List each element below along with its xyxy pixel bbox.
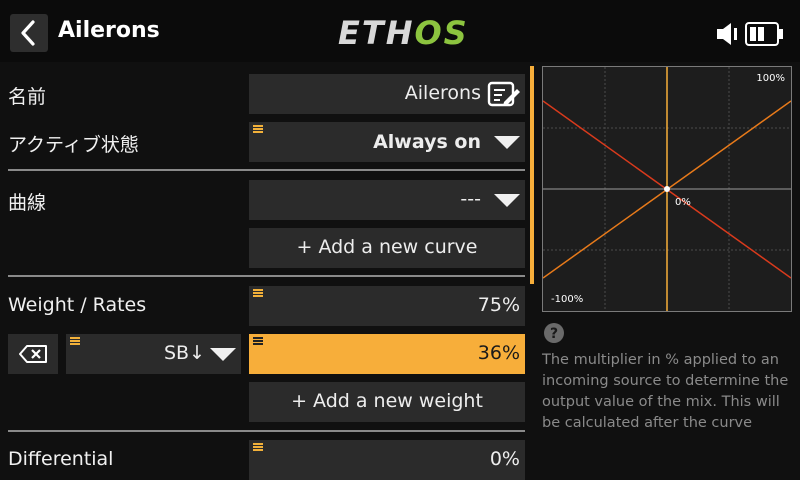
scrollbar-thumb[interactable] [530, 66, 534, 284]
weight-label: Weight / Rates [8, 294, 147, 316]
drag-handle-icon [253, 125, 263, 133]
weight-value: 75% [477, 294, 520, 316]
name-field[interactable]: Ailerons [249, 74, 525, 114]
edit-icon [487, 81, 520, 107]
add-weight-label: + Add a new weight [291, 390, 483, 412]
divider [8, 169, 525, 171]
switch-weight-field[interactable]: 36% [249, 334, 525, 374]
back-button[interactable] [10, 14, 48, 52]
curve-select[interactable]: --- [249, 180, 525, 220]
graph-center-label: 0% [675, 197, 691, 208]
add-weight-button[interactable]: + Add a new weight [249, 382, 525, 422]
drag-handle-icon [70, 337, 80, 345]
drag-handle-icon [253, 337, 263, 345]
page-title: Ailerons [58, 18, 160, 43]
name-label: 名前 [8, 86, 47, 108]
dropdown-arrow-icon [494, 194, 520, 207]
switch-value: SB↓ [163, 342, 205, 364]
chevron-left-icon [21, 20, 35, 46]
svg-text:?: ? [550, 326, 558, 342]
speaker-icon [717, 23, 737, 45]
drag-handle-icon [253, 443, 263, 451]
differential-field[interactable]: 0% [249, 440, 525, 480]
ethos-logo: ETHOS [338, 14, 469, 52]
curve-label: 曲線 [8, 192, 47, 214]
name-value: Ailerons [404, 82, 481, 104]
switch-select[interactable]: SB↓ [66, 334, 241, 374]
switch-weight-value: 36% [477, 342, 520, 364]
divider [8, 430, 525, 432]
drag-handle-icon [253, 289, 263, 297]
dropdown-arrow-icon [494, 136, 520, 149]
question-icon[interactable]: ? [543, 322, 565, 344]
delete-weight-button[interactable] [8, 334, 58, 374]
curve-graph-canvas [543, 67, 791, 311]
curve-graph: 100% -100% 0% [542, 66, 792, 312]
help-text: The multiplier in % applied to an incomi… [542, 352, 789, 431]
backspace-icon [19, 345, 47, 363]
dropdown-arrow-icon [210, 348, 236, 361]
active-state-value: Always on [373, 131, 481, 153]
header-bar: Ailerons ETHOS [0, 0, 800, 62]
curve-value: --- [460, 188, 481, 210]
differential-value: 0% [489, 448, 520, 470]
add-curve-button[interactable]: + Add a new curve [249, 228, 525, 268]
battery-icon [745, 22, 783, 46]
divider [8, 275, 525, 277]
graph-min-label: -100% [551, 294, 584, 305]
active-state-label: アクティブ状態 [8, 134, 139, 156]
active-state-select[interactable]: Always on [249, 122, 525, 162]
add-curve-label: + Add a new curve [296, 236, 478, 258]
weight-field[interactable]: 75% [249, 286, 525, 326]
differential-label: Differential [8, 448, 114, 470]
graph-max-label: 100% [756, 73, 785, 84]
